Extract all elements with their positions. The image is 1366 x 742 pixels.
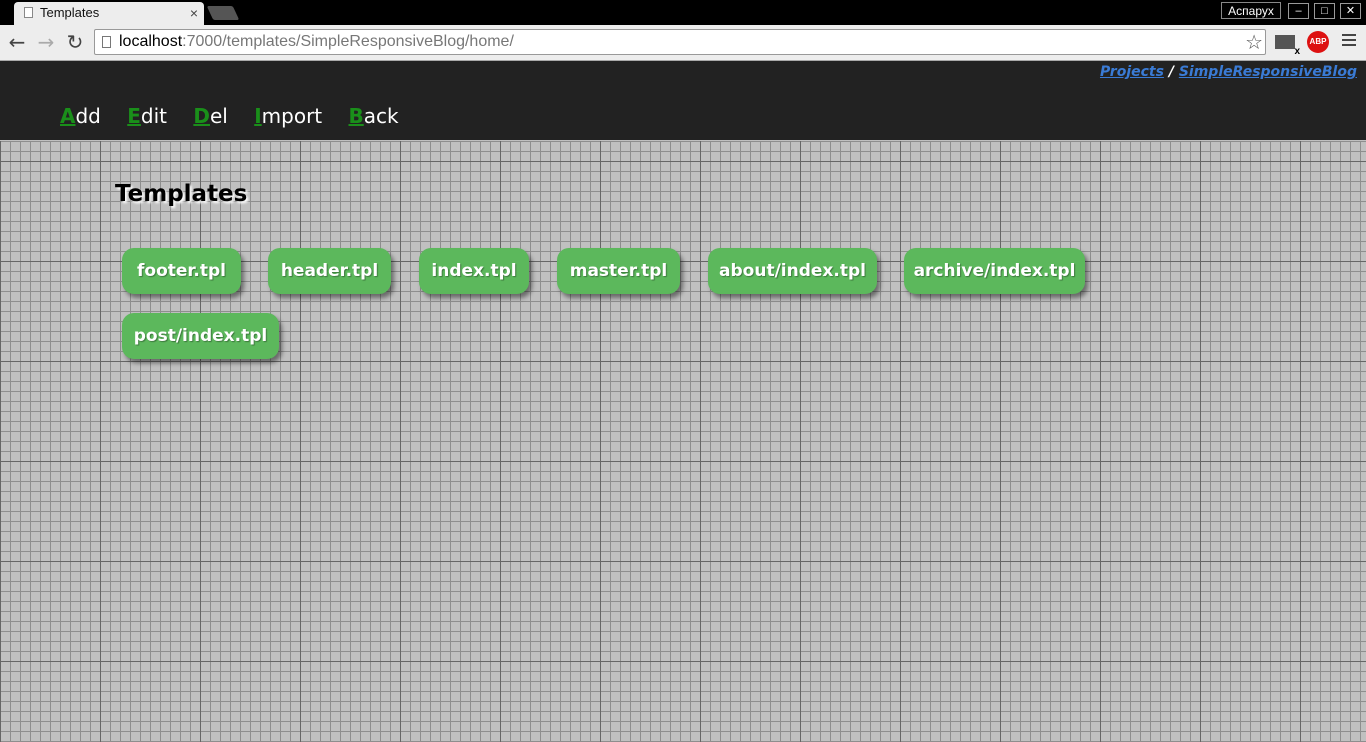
menu-label: ack — [363, 104, 399, 128]
template-button[interactable]: post/index.tpl — [122, 313, 279, 359]
menu-import[interactable]: Import — [254, 104, 322, 128]
mail-checker-icon[interactable]: x — [1275, 31, 1300, 57]
template-button[interactable]: master.tpl — [557, 248, 680, 294]
menu-label: dd — [75, 104, 101, 128]
hotkey-letter: D — [193, 104, 210, 128]
adblock-plus-icon[interactable]: ABP — [1307, 31, 1329, 53]
reload-icon[interactable]: ↻ — [62, 29, 88, 55]
url-text[interactable]: localhost:7000/templates/SimpleResponsiv… — [119, 30, 514, 54]
hotkey-letter: I — [254, 104, 262, 128]
hotkey-letter: E — [127, 104, 141, 128]
url-path: :7000/templates/SimpleResponsiveBlog/hom… — [182, 33, 514, 50]
envelope-icon — [1275, 35, 1295, 49]
breadcrumb: Projects / SimpleResponsiveBlog — [1100, 64, 1357, 80]
breadcrumb-current-link[interactable]: SimpleResponsiveBlog — [1179, 64, 1357, 80]
profile-button[interactable]: Аспарух — [1221, 2, 1281, 19]
menu-label: mport — [261, 104, 323, 128]
restore-button[interactable]: □ — [1314, 3, 1335, 19]
close-window-button[interactable]: ✕ — [1340, 3, 1361, 19]
browser-toolbar: ← → ↻ localhost:7000/templates/SimpleRes… — [0, 25, 1366, 61]
url-host: localhost — [119, 33, 183, 50]
back-arrow-icon[interactable]: ← — [4, 29, 30, 55]
mail-badge: x — [1294, 46, 1300, 57]
hamburger-menu-icon[interactable] — [1342, 34, 1356, 56]
breadcrumb-projects-link[interactable]: Projects — [1100, 64, 1164, 80]
menu-add[interactable]: Add — [60, 104, 101, 128]
bookmark-star-icon[interactable]: ☆ — [1245, 30, 1263, 54]
tab-close-icon[interactable]: × — [190, 2, 198, 24]
minimize-button[interactable]: – — [1288, 3, 1309, 19]
new-tab-button[interactable] — [206, 6, 240, 20]
address-bar[interactable]: localhost:7000/templates/SimpleResponsiv… — [94, 29, 1266, 55]
template-button[interactable]: footer.tpl — [122, 248, 241, 294]
forward-arrow-icon[interactable]: → — [33, 29, 59, 55]
template-button[interactable]: about/index.tpl — [708, 248, 877, 294]
menu-label: dit — [140, 104, 167, 128]
hotkey-letter: A — [60, 104, 76, 128]
grid-workspace: Templates footer.tpl header.tpl index.tp… — [0, 141, 1366, 742]
page-icon — [24, 7, 33, 18]
menu-del[interactable]: Del — [193, 104, 227, 128]
template-button[interactable]: header.tpl — [268, 248, 391, 294]
browser-tabstrip: Templates × Аспарух – □ ✕ — [0, 0, 1366, 25]
menu-back[interactable]: Back — [349, 104, 399, 128]
browser-tab[interactable]: Templates × — [14, 2, 204, 25]
menu-label: el — [209, 104, 228, 128]
page-title: Templates — [115, 181, 248, 207]
template-button[interactable]: index.tpl — [419, 248, 529, 294]
page-info-icon[interactable] — [102, 36, 111, 48]
tab-title: Templates — [40, 5, 100, 20]
hotkey-letter: B — [348, 104, 364, 128]
menu-edit[interactable]: Edit — [127, 104, 167, 128]
breadcrumb-separator: / — [1168, 64, 1174, 80]
template-button[interactable]: archive/index.tpl — [904, 248, 1085, 294]
app-header: Projects / SimpleResponsiveBlog Add Edit… — [0, 61, 1366, 140]
action-menu: Add Edit Del Import Back — [60, 104, 419, 128]
